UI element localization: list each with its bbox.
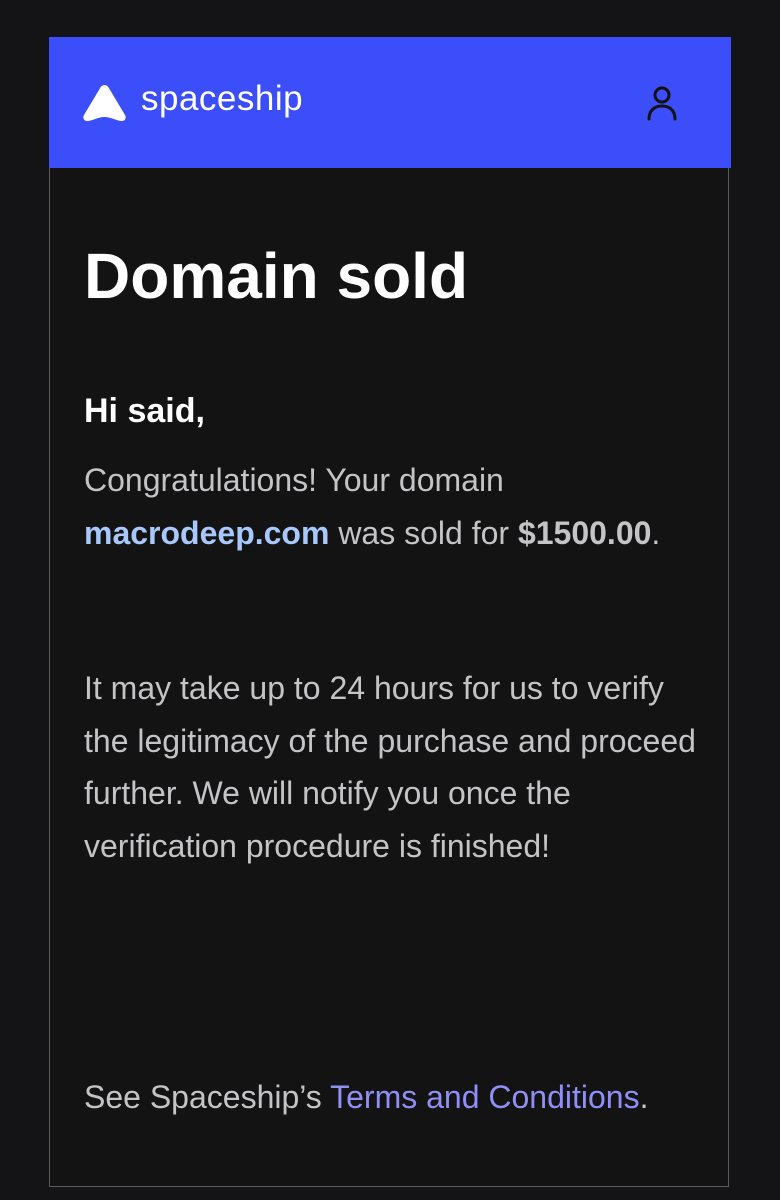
domain-link[interactable]: macrodeep.com [84, 515, 329, 551]
greeting: Hi said, [84, 392, 205, 430]
period-text: . [651, 514, 661, 551]
user-icon[interactable] [646, 85, 678, 121]
spaceship-logo-icon [83, 85, 126, 121]
footer-prefix: See Spaceship’s [84, 1079, 331, 1115]
terms-link[interactable]: Terms and Conditions [330, 1079, 639, 1115]
email-card: spaceship Domain sold Hi said, Congratul… [49, 37, 731, 1187]
email-header: spaceship [49, 37, 731, 168]
verification-paragraph: It may take up to 24 hours for us to ver… [84, 670, 696, 864]
brand-name: spaceship [141, 79, 304, 118]
sale-amount: $1500.00 [517, 514, 652, 551]
email-title: Domain sold [84, 240, 469, 312]
congrats-paragraph: Congratulations! Your domain macrodeep.c… [84, 454, 714, 559]
congrats-text: Congratulations! Your domain [84, 462, 504, 498]
terms-footer: See Spaceship’s Terms and Conditions. [84, 1076, 648, 1118]
footer-suffix: . [639, 1079, 649, 1115]
sold-for-text: was sold for [329, 514, 518, 551]
email-view: spaceship Domain sold Hi said, Congratul… [0, 0, 780, 1200]
